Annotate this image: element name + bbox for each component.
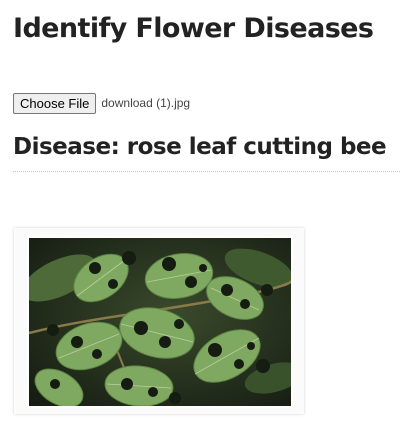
leaf-photo-image <box>29 238 291 406</box>
choose-file-button[interactable]: Choose File <box>13 92 97 114</box>
page-title: Identify Flower Diseases <box>13 13 374 44</box>
selected-file-name: download (1).jpg <box>101 96 191 110</box>
uploaded-image-card <box>14 228 304 414</box>
file-upload: Choose File download (1).jpg <box>13 92 190 114</box>
divider <box>13 171 400 172</box>
uploaded-image <box>27 236 293 408</box>
disease-result-heading: Disease: rose leaf cutting bee <box>13 134 387 160</box>
page: Identify Flower Diseases Choose File dow… <box>0 0 400 437</box>
